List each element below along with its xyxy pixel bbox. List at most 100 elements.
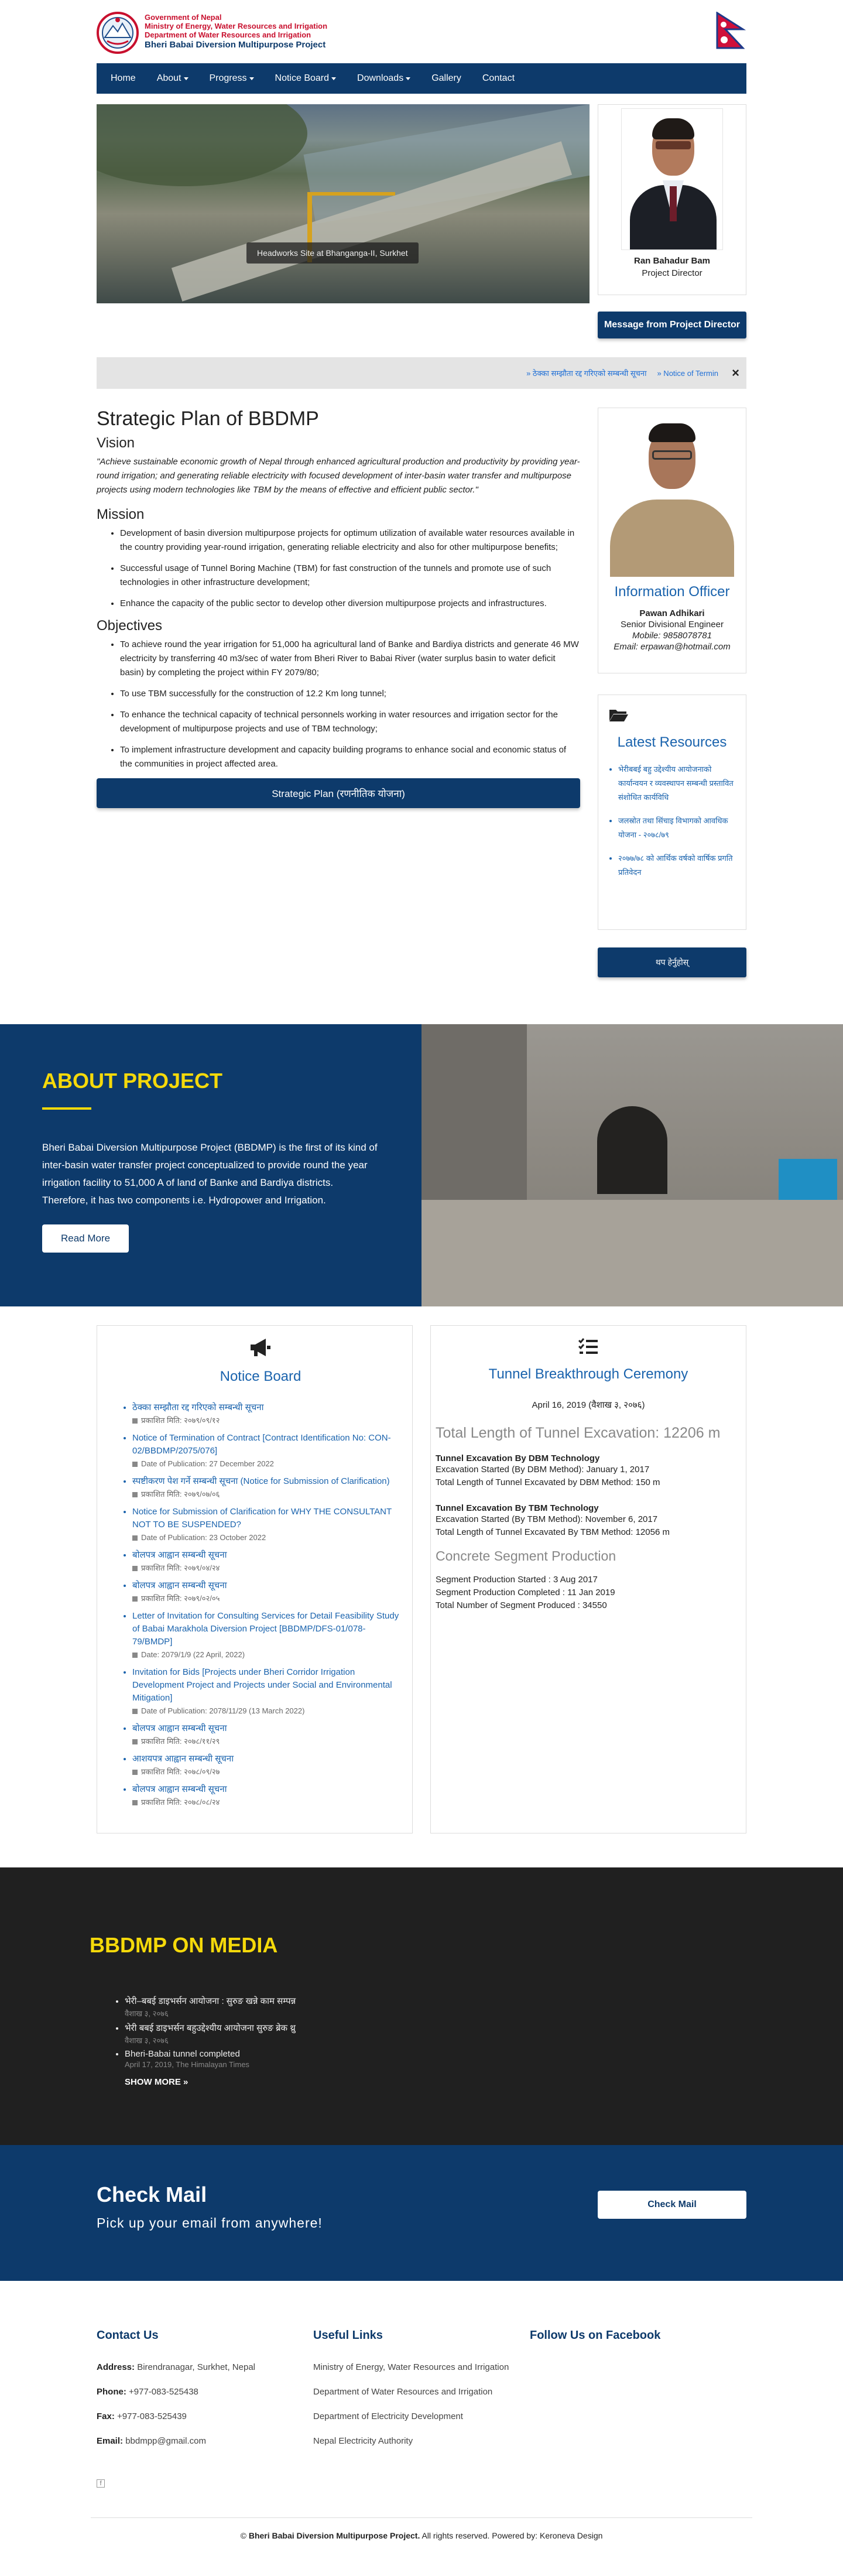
information-officer-mobile: Mobile: 9858078781 xyxy=(632,631,712,641)
objectives-heading: Objectives xyxy=(97,618,163,634)
notice-item[interactable]: Invitation for Bids [Projects under Bher… xyxy=(132,1666,400,1718)
media-item-date: April 17, 2019, The Himalayan Times xyxy=(125,2060,249,2069)
calendar-icon xyxy=(132,1492,138,1497)
tunnel-breakthrough-card: Tunnel Breakthrough Ceremony April 16, 2… xyxy=(430,1325,746,1833)
notice-date: प्रकाशित मिति: २०७९/०४/२४ xyxy=(132,1562,400,1575)
notice-item[interactable]: आशयपत्र आह्वान सम्बन्धी सूचना प्रकाशित मि… xyxy=(132,1753,400,1778)
media-item-title: Bheri-Babai tunnel completed xyxy=(125,2049,240,2059)
project-director-panel: Ran Bahadur Bam Project Director Message… xyxy=(598,104,746,338)
resource-link[interactable]: भेरीबबई बहु उद्देश्यीय आयोजनाको कार्यान्… xyxy=(618,762,735,805)
read-more-button[interactable]: Read More xyxy=(42,1224,129,1253)
copyright-text: All rights reserved. Powered by: Keronev… xyxy=(420,2531,603,2540)
fax-label: Fax: xyxy=(97,2411,115,2421)
message-from-director-button[interactable]: Message from Project Director xyxy=(598,312,746,338)
objectives-list: To achieve round the year irrigation for… xyxy=(97,638,580,771)
resource-link[interactable]: जलस्रोत तथा सिंचाइ विभागको आवधिक योजना -… xyxy=(618,814,735,842)
nav-home-label: Home xyxy=(111,73,136,83)
notice-item[interactable]: स्पष्टीकरण पेश गर्ने सम्बन्धी सूचना (Not… xyxy=(132,1475,400,1501)
address-line: Address: Birendranagar, Surkhet, Nepal xyxy=(97,2361,313,2374)
right-sidebar: Information Officer Pawan Adhikari Senio… xyxy=(598,408,746,977)
show-more-link[interactable]: SHOW MORE » xyxy=(125,2077,746,2087)
useful-link[interactable]: Nepal Electricity Authority xyxy=(313,2435,530,2448)
nepal-emblem-logo[interactable] xyxy=(97,12,139,54)
notice-item[interactable]: ठेक्का सम्झौता रद्द गरिएको सम्बन्धी सूचन… xyxy=(132,1401,400,1427)
media-item-date: वैशाख ३, २०७६ xyxy=(125,2009,169,2018)
hero-crane-arm-shape xyxy=(307,192,395,196)
close-icon[interactable]: × xyxy=(732,365,739,381)
strategic-plan-title: Strategic Plan of BBDMP xyxy=(97,408,319,430)
notice-title: Letter of Invitation for Consulting Serv… xyxy=(132,1611,399,1647)
project-director-name: Ran Bahadur Bam xyxy=(633,256,711,266)
nav-notice-board[interactable]: Notice Board xyxy=(265,63,347,94)
notice-title: बोलपत्र आह्वान सम्बन्धी सूचना xyxy=(132,1723,227,1733)
tunnel-date: April 16, 2019 (वैशाख ३, २०७६) xyxy=(532,1400,645,1410)
check-mail-button[interactable]: Check Mail xyxy=(598,2191,746,2219)
information-officer-role: Senior Divisional Engineer xyxy=(621,620,724,630)
notice-item[interactable]: बोलपत्र आह्वान सम्बन्धी सूचना प्रकाशित मि… xyxy=(132,1549,400,1575)
objective-item: To enhance the technical capacity of tec… xyxy=(120,708,580,736)
facebook-column: Follow Us on Facebook xyxy=(530,2329,746,2488)
notice-item[interactable]: बोलपत्र आह्वान सम्बन्धी सूचना प्रकाशित मि… xyxy=(132,1783,400,1809)
contact-heading: Contact Us xyxy=(97,2329,159,2342)
mission-list: Development of basin diversion multipurp… xyxy=(97,526,580,611)
calendar-icon xyxy=(132,1566,138,1571)
tunnel-floor-shape xyxy=(422,1200,843,1306)
resource-link[interactable]: २०७७/७८ को आर्थिक वर्षको वार्षिक प्रगति … xyxy=(618,851,735,880)
objective-item: To use TBM successfully for the construc… xyxy=(120,687,580,701)
useful-link[interactable]: Department of Water Resources and Irriga… xyxy=(313,2386,530,2399)
segment-line: Segment Production Started : 3 Aug 2017 xyxy=(436,1575,598,1585)
phone-line: Phone: +977-083-525438 xyxy=(97,2386,313,2399)
media-item[interactable]: भेरी बबई डाइभर्सन बहुउद्देश्यीय आयोजना स… xyxy=(125,2022,746,2045)
latest-resources-heading: Latest Resources xyxy=(617,734,727,750)
media-item[interactable]: Bheri-Babai tunnel completedApril 17, 20… xyxy=(125,2049,746,2069)
gov-line-1: Government of Nepal xyxy=(145,13,222,22)
nav-gallery-label: Gallery xyxy=(431,73,461,83)
nav-contact[interactable]: Contact xyxy=(472,63,525,94)
email-value[interactable]: bbdmpp@gmail.com xyxy=(125,2436,206,2446)
useful-links-heading: Useful Links xyxy=(313,2329,383,2342)
nav-downloads[interactable]: Downloads xyxy=(347,63,421,94)
notice-date-text: प्रकाशित मिति: २०७८/११/२९ xyxy=(141,1737,220,1746)
notice-tunnel-section: Notice Board ठेक्का सम्झौता रद्द गरिएको … xyxy=(97,1325,746,1833)
nav-gallery[interactable]: Gallery xyxy=(421,63,472,94)
about-project-title: ABOUT PROJECT xyxy=(42,1069,223,1093)
notice-title: Invitation for Bids [Projects under Bher… xyxy=(132,1667,392,1703)
latest-resources-list: भेरीबबई बहु उद्देश्यीय आयोजनाको कार्यान्… xyxy=(609,762,735,880)
useful-link[interactable]: Department of Electricity Development xyxy=(313,2410,530,2423)
nav-progress[interactable]: Progress xyxy=(199,63,265,94)
notice-item[interactable]: Notice of Termination of Contract [Contr… xyxy=(132,1432,400,1470)
notice-date: Date: 2079/1/9 (22 April, 2022) xyxy=(132,1648,400,1661)
calendar-icon xyxy=(132,1462,138,1467)
ticker-item[interactable]: » ठेक्का सम्झौता रद्द गरिएको सम्बन्धी सू… xyxy=(526,368,646,378)
media-item[interactable]: भेरी–बबई डाइभर्सन आयोजना : सुरुङ खन्ने क… xyxy=(125,1995,746,2019)
calendar-icon xyxy=(132,1596,138,1602)
more-resources-button[interactable]: थप हेर्नुहोस् xyxy=(598,947,746,977)
notice-date: Date of Publication: 2078/11/29 (13 Marc… xyxy=(132,1705,400,1718)
chevron-down-icon xyxy=(406,77,411,80)
notice-date: प्रकाशित मिति: २०७८/०९/२७ xyxy=(132,1766,400,1778)
tunnel-arch-shape xyxy=(597,1106,667,1194)
chevron-down-icon xyxy=(331,77,337,80)
useful-link[interactable]: Ministry of Energy, Water Resources and … xyxy=(313,2361,530,2374)
nav-about[interactable]: About xyxy=(146,63,199,94)
information-officer-email[interactable]: Email: erpawan@hotmail.com xyxy=(602,642,742,652)
photo-glasses xyxy=(656,141,691,149)
nav-home[interactable]: Home xyxy=(100,63,146,94)
notice-item[interactable]: Notice for Submission of Clarification f… xyxy=(132,1506,400,1544)
hero-slider-image[interactable]: Headworks Site at Bhanganga-II, Surkhet xyxy=(97,104,590,303)
notice-date-text: प्रकाशित मिति: २०७९/०७/०६ xyxy=(141,1490,220,1499)
mission-item: Enhance the capacity of the public secto… xyxy=(120,597,580,611)
strategic-plan-button[interactable]: Strategic Plan (रणनीतिक योजना) xyxy=(97,778,580,808)
calendar-icon xyxy=(132,1800,138,1805)
photo-shirt xyxy=(610,500,734,577)
notice-item[interactable]: बोलपत्र आह्वान सम्बन्धी सूचना प्रकाशित मि… xyxy=(132,1579,400,1605)
notice-item[interactable]: बोलपत्र आह्वान सम्बन्धी सूचना प्रकाशित मि… xyxy=(132,1722,400,1748)
hero-hill-shape xyxy=(97,104,307,186)
notice-item[interactable]: Letter of Invitation for Consulting Serv… xyxy=(132,1610,400,1661)
facebook-icon[interactable]: f xyxy=(97,2479,105,2488)
fax-line: Fax: +977-083-525439 xyxy=(97,2410,313,2423)
notice-date: Date of Publication: 27 December 2022 xyxy=(132,1458,400,1470)
notice-date: प्रकाशित मिति: २०७९/०९/१२ xyxy=(132,1414,400,1427)
media-item-title: भेरी–बबई डाइभर्सन आयोजना : सुरुङ खन्ने क… xyxy=(125,1996,296,2006)
ticker-item[interactable]: » Notice of Termin xyxy=(657,369,718,378)
